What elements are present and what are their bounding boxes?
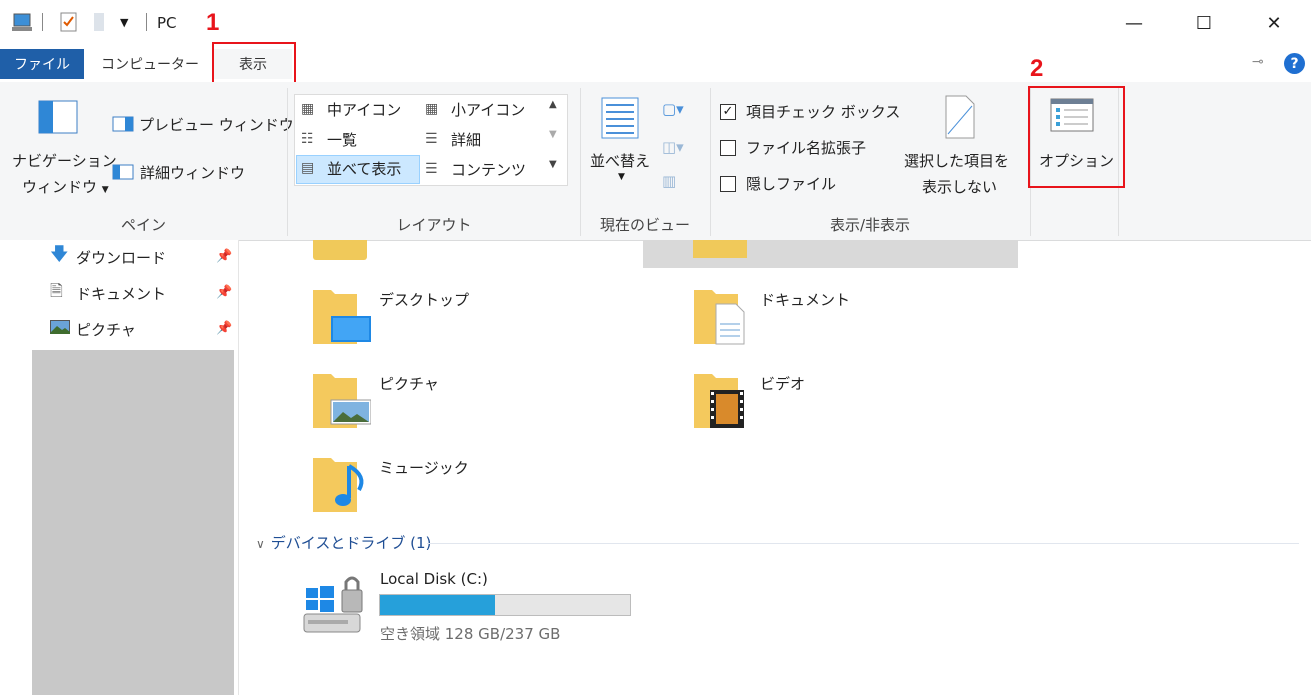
tab-computer[interactable]: コンピューター [95,49,205,79]
pin-ribbon-icon[interactable]: ⊸ [1252,54,1264,70]
sort-by-button[interactable]: 並べ替え ▼ [586,92,660,192]
pin-icon[interactable]: 📌 [216,249,232,264]
content-icon: ☰ [425,161,438,177]
chevron-down-icon: ▼ [101,185,109,195]
size-columns-button[interactable]: ▥ [662,172,676,190]
folder-videos[interactable]: ビデオ [686,364,986,434]
pictures-folder-icon [311,368,372,434]
picture-icon [50,320,76,338]
sort-by-icon [600,96,640,144]
details-icon: ☰ [425,131,438,147]
folder-documents[interactable]: ドキュメント [686,280,986,350]
maximize-button[interactable]: ☐ [1181,6,1227,40]
hidden-items-toggle[interactable]: 隠しファイル [718,172,898,196]
annotation-box-options [1028,86,1125,188]
item-checkboxes-toggle[interactable]: ✓ 項目チェック ボックス [718,100,900,124]
devices-drives-header[interactable]: ∨ デバイスとドライブ (1) [256,532,431,553]
layout-gallery: ▦ 中アイコン ▦ 小アイコン ☷ 一覧 ☰ 詳細 ▤ 並べて表示 ☰ コンテン… [294,94,568,186]
tab-file[interactable]: ファイル [0,49,84,79]
layout-medium-icons[interactable]: ▦ 中アイコン [297,97,419,123]
navigation-pane-icon [38,100,78,138]
layout-tiles[interactable]: ▤ 並べて表示 [296,155,420,184]
file-extensions-checkbox[interactable] [720,140,736,156]
nav-item-pictures[interactable]: ピクチャ [50,317,136,341]
separator [42,13,43,31]
nav-item-documents[interactable]: 🗎 ドキュメント [50,281,166,305]
hide-selected-items-button[interactable]: 選択した項目を 表示しない [900,92,1022,202]
hidden-items-checkbox[interactable] [720,176,736,192]
drive-usage-bar [379,594,631,616]
medium-icons-icon: ▦ [301,101,315,117]
layout-list[interactable]: ☷ 一覧 [297,127,419,153]
add-columns-button[interactable]: ◫▾ [662,138,684,156]
desktop-folder-icon [311,284,371,350]
group-by-button[interactable]: ▢▾ [662,100,684,118]
computer-icon[interactable] [10,10,36,34]
navigation-pane-button[interactable]: ナビゲーション ウィンドウ ▼ [8,92,117,202]
group-label-layout: レイアウト [396,216,472,234]
section-divider [427,543,1299,544]
nav-item-downloads[interactable]: 🡇 ダウンロード [50,244,166,269]
layout-details[interactable]: ☰ 詳細 [421,127,545,153]
separator [146,13,147,31]
layout-scroll-down[interactable]: ▼ [549,129,557,140]
preview-pane-button[interactable]: プレビュー ウィンドウ [112,112,294,136]
navigation-pane: 🡇 ダウンロード 📌 🗎 ドキュメント 📌 ピクチャ 📌 [0,240,239,695]
documents-folder-icon [692,284,752,350]
help-icon[interactable]: ? [1284,53,1305,74]
tiles-icon: ▤ [301,160,315,176]
annotation-step-2: 2 [1030,55,1044,82]
layout-expand[interactable]: ▼ [549,159,557,170]
annotation-box-view-tab [212,42,296,86]
music-folder-icon [311,452,371,518]
download-icon: 🡇 [50,244,69,265]
title-bar: ▼ PC — ☐ ✕ [0,0,1311,44]
pin-icon[interactable]: 📌 [216,285,232,300]
folder-icon-partial [313,240,367,260]
annotation-step-1: 1 [206,9,220,36]
folder-pictures[interactable]: ピクチャ [305,364,605,434]
hide-selected-icon [942,94,978,144]
window-title: PC [157,14,177,32]
chevron-down-icon: ▼ [618,172,625,182]
customize-quick-access-icon[interactable]: ▼ [120,16,128,40]
close-button[interactable]: ✕ [1251,6,1297,40]
drive-local-disk[interactable]: Local Disk (C:) 空き領域 128 GB/237 GB [300,566,640,646]
list-icon: ☷ [301,131,314,147]
drive-usage-fill [380,595,495,615]
details-pane-icon [112,164,134,184]
navigation-pane-label-2: ウィンドウ ▼ [22,178,109,196]
pin-icon[interactable]: 📌 [216,321,232,336]
layout-scroll-up[interactable]: ▲ [549,99,557,110]
file-extensions-toggle[interactable]: ファイル名拡張子 [718,136,898,160]
group-label-show-hide: 表示/非表示 [829,216,911,234]
chevron-down-icon: ∨ [256,537,265,551]
item-checkboxes-checkbox[interactable]: ✓ [720,104,736,120]
folder-icon-partial [693,240,747,258]
ribbon-tabs: ファイル コンピューター 表示 ⊸ ? [0,44,1311,82]
group-label-pane: ペイン [120,216,166,234]
new-folder-icon[interactable] [90,10,110,34]
videos-folder-icon [692,368,752,434]
group-label-current-view: 現在のビュー [599,216,690,234]
document-icon: 🗎 [50,280,63,300]
properties-icon[interactable] [58,10,80,34]
folder-desktop[interactable]: デスクトップ [305,280,605,350]
minimize-button[interactable]: — [1111,6,1157,40]
preview-pane-icon [112,116,134,136]
small-icons-icon: ▦ [425,101,439,117]
details-pane-button[interactable]: 詳細ウィンドウ [112,160,282,184]
windows-drive-icon [302,570,372,644]
layout-content[interactable]: ☰ コンテンツ [421,157,545,183]
layout-small-icons[interactable]: ▦ 小アイコン [421,97,545,123]
folder-music[interactable]: ミュージック [305,448,605,518]
redacted-area [32,350,234,695]
